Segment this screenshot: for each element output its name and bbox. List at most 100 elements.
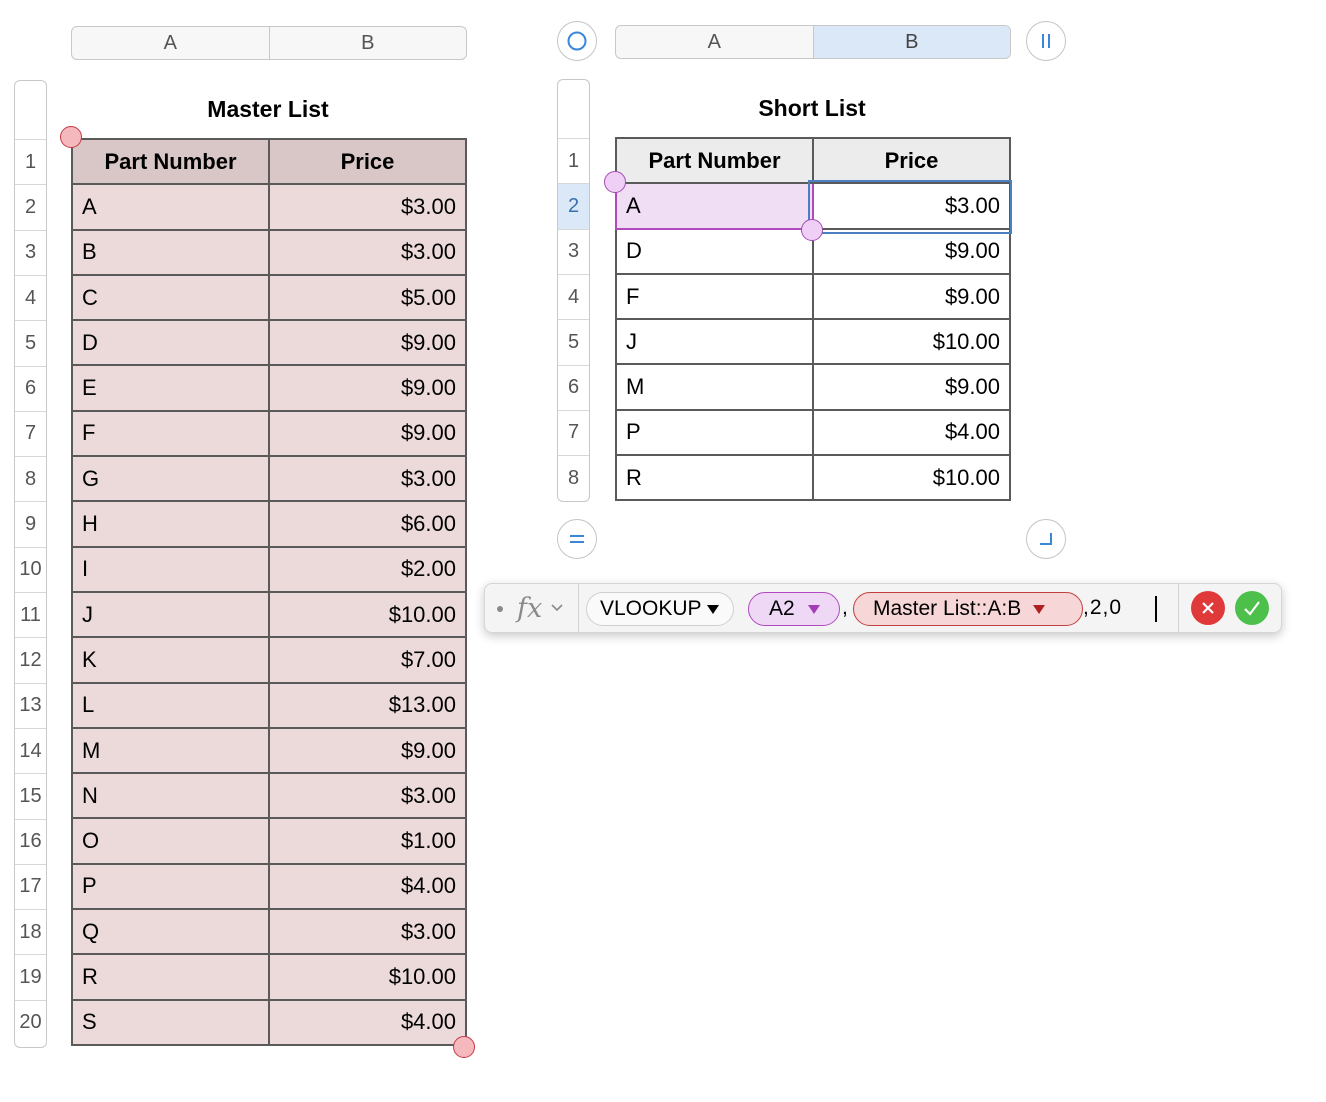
part-number-cell[interactable]: C [71, 273, 270, 322]
price-cell[interactable]: $1.00 [268, 817, 467, 865]
reference-handle-bottom-right[interactable] [801, 219, 823, 241]
part-number-cell[interactable]: R [615, 454, 814, 502]
part-number-cell[interactable]: P [71, 862, 270, 911]
price-cell[interactable]: $6.00 [268, 500, 467, 548]
table-resize-handle-top-left[interactable] [60, 126, 82, 148]
part-number-cell[interactable]: O [71, 817, 270, 865]
part-number-cell[interactable]: B [71, 228, 270, 276]
price-cell[interactable]: $9.00 [268, 726, 467, 775]
column-header-b[interactable]: B [812, 26, 1010, 58]
price-cell[interactable]: $4.00 [268, 998, 467, 1046]
fx-menu-button[interactable]: fx [517, 590, 564, 626]
accept-button[interactable] [1235, 591, 1269, 625]
price-cell[interactable]: $7.00 [268, 636, 467, 684]
part-number-cell[interactable]: J [71, 590, 270, 639]
part-number-cell[interactable]: K [71, 636, 270, 684]
row-number[interactable]: 11 [15, 592, 46, 637]
part-number-cell[interactable]: H [71, 500, 270, 548]
resize-corner-button[interactable] [1026, 519, 1066, 559]
part-number-cell[interactable]: S [71, 998, 270, 1046]
part-number-cell[interactable]: N [71, 772, 270, 820]
row-number[interactable]: 1 [15, 139, 46, 184]
row-number[interactable]: 5 [15, 320, 46, 365]
column-header-b[interactable]: B [268, 27, 467, 59]
price-cell[interactable]: $10.00 [268, 590, 467, 639]
row-number[interactable]: 7 [15, 410, 46, 456]
drag-dot-icon[interactable] [497, 606, 503, 612]
price-cell[interactable]: $10.00 [812, 318, 1011, 366]
part-number-cell[interactable]: E [71, 364, 270, 412]
row-number[interactable]: 4 [15, 274, 46, 320]
part-number-cell[interactable]: M [71, 726, 270, 775]
row-number[interactable]: 8 [558, 455, 589, 500]
part-number-cell[interactable]: A [71, 183, 270, 231]
part-number-cell[interactable]: Q [71, 908, 270, 956]
table-resize-handle-bottom-right[interactable] [453, 1036, 475, 1058]
row-number[interactable]: 9 [15, 501, 46, 546]
part-number-cell[interactable]: P [615, 408, 814, 457]
row-number[interactable]: 2 [15, 184, 46, 229]
header-cell[interactable]: Price [812, 136, 1011, 185]
price-cell[interactable]: $3.00 [268, 772, 467, 820]
price-cell[interactable]: $9.00 [268, 364, 467, 412]
header-cell[interactable]: Price [268, 137, 467, 186]
price-cell[interactable]: $3.00 [268, 455, 467, 503]
price-cell[interactable]: $9.00 [812, 363, 1011, 411]
row-number[interactable]: 20 [15, 999, 46, 1045]
short-table-title[interactable]: Short List [615, 95, 1009, 122]
price-cell[interactable]: $3.00 [268, 183, 467, 231]
row-number[interactable]: 7 [558, 409, 589, 455]
price-cell[interactable]: $13.00 [268, 681, 467, 729]
price-cell[interactable]: $3.00 [268, 908, 467, 956]
row-number[interactable]: 8 [15, 456, 46, 501]
row-number[interactable]: 6 [15, 365, 46, 411]
part-number-cell[interactable]: G [71, 455, 270, 503]
part-number-cell[interactable]: M [615, 363, 814, 411]
part-number-cell[interactable]: I [71, 545, 270, 593]
part-number-cell[interactable]: L [71, 681, 270, 729]
formula-remaining-args[interactable]: ,2,0 [1083, 596, 1122, 620]
column-header-a[interactable]: A [616, 26, 813, 58]
row-number[interactable]: 12 [15, 637, 46, 682]
price-cell[interactable]: $2.00 [268, 545, 467, 593]
part-number-cell[interactable]: A [615, 182, 814, 230]
price-cell[interactable]: $10.00 [268, 953, 467, 1001]
price-cell[interactable]: $9.00 [812, 227, 1011, 275]
part-number-cell[interactable]: J [615, 318, 814, 366]
price-cell[interactable]: $5.00 [268, 273, 467, 322]
master-table-title[interactable]: Master List [71, 96, 465, 123]
part-number-cell[interactable]: F [71, 409, 270, 458]
column-header-a[interactable]: A [72, 27, 269, 59]
row-number[interactable]: 5 [558, 319, 589, 364]
price-cell[interactable]: $9.00 [268, 319, 467, 367]
price-cell[interactable]: $4.00 [268, 862, 467, 911]
range-reference-token[interactable]: Master List::A:B [853, 592, 1083, 626]
row-number[interactable]: 19 [15, 954, 46, 999]
row-number[interactable]: 16 [15, 818, 46, 864]
part-number-cell[interactable]: D [615, 227, 814, 275]
header-cell[interactable]: Part Number [71, 137, 270, 186]
row-number[interactable]: 4 [558, 273, 589, 319]
part-number-cell[interactable]: F [615, 272, 814, 321]
add-row-handle-button[interactable] [557, 519, 597, 559]
row-number[interactable]: 18 [15, 909, 46, 954]
row-number[interactable]: 3 [15, 229, 46, 275]
price-cell[interactable]: $3.00 [268, 228, 467, 276]
cell-reference-token[interactable]: A2 [748, 592, 840, 626]
row-number[interactable]: 1 [558, 138, 589, 183]
part-number-cell[interactable]: D [71, 319, 270, 367]
cancel-button[interactable] [1191, 591, 1225, 625]
row-number[interactable]: 6 [558, 364, 589, 410]
row-number[interactable]: 2 [558, 183, 589, 229]
row-number[interactable]: 17 [15, 863, 46, 909]
price-cell[interactable]: $4.00 [812, 408, 1011, 457]
row-number[interactable]: 15 [15, 773, 46, 818]
add-column-handle-button[interactable] [1026, 21, 1066, 61]
price-cell[interactable]: $9.00 [268, 409, 467, 458]
price-cell[interactable]: $9.00 [812, 272, 1011, 321]
row-number[interactable]: 3 [558, 228, 589, 274]
part-number-cell[interactable]: R [71, 953, 270, 1001]
function-token[interactable]: VLOOKUP [586, 592, 734, 626]
row-number[interactable]: 13 [15, 682, 46, 728]
row-number[interactable]: 14 [15, 727, 46, 773]
